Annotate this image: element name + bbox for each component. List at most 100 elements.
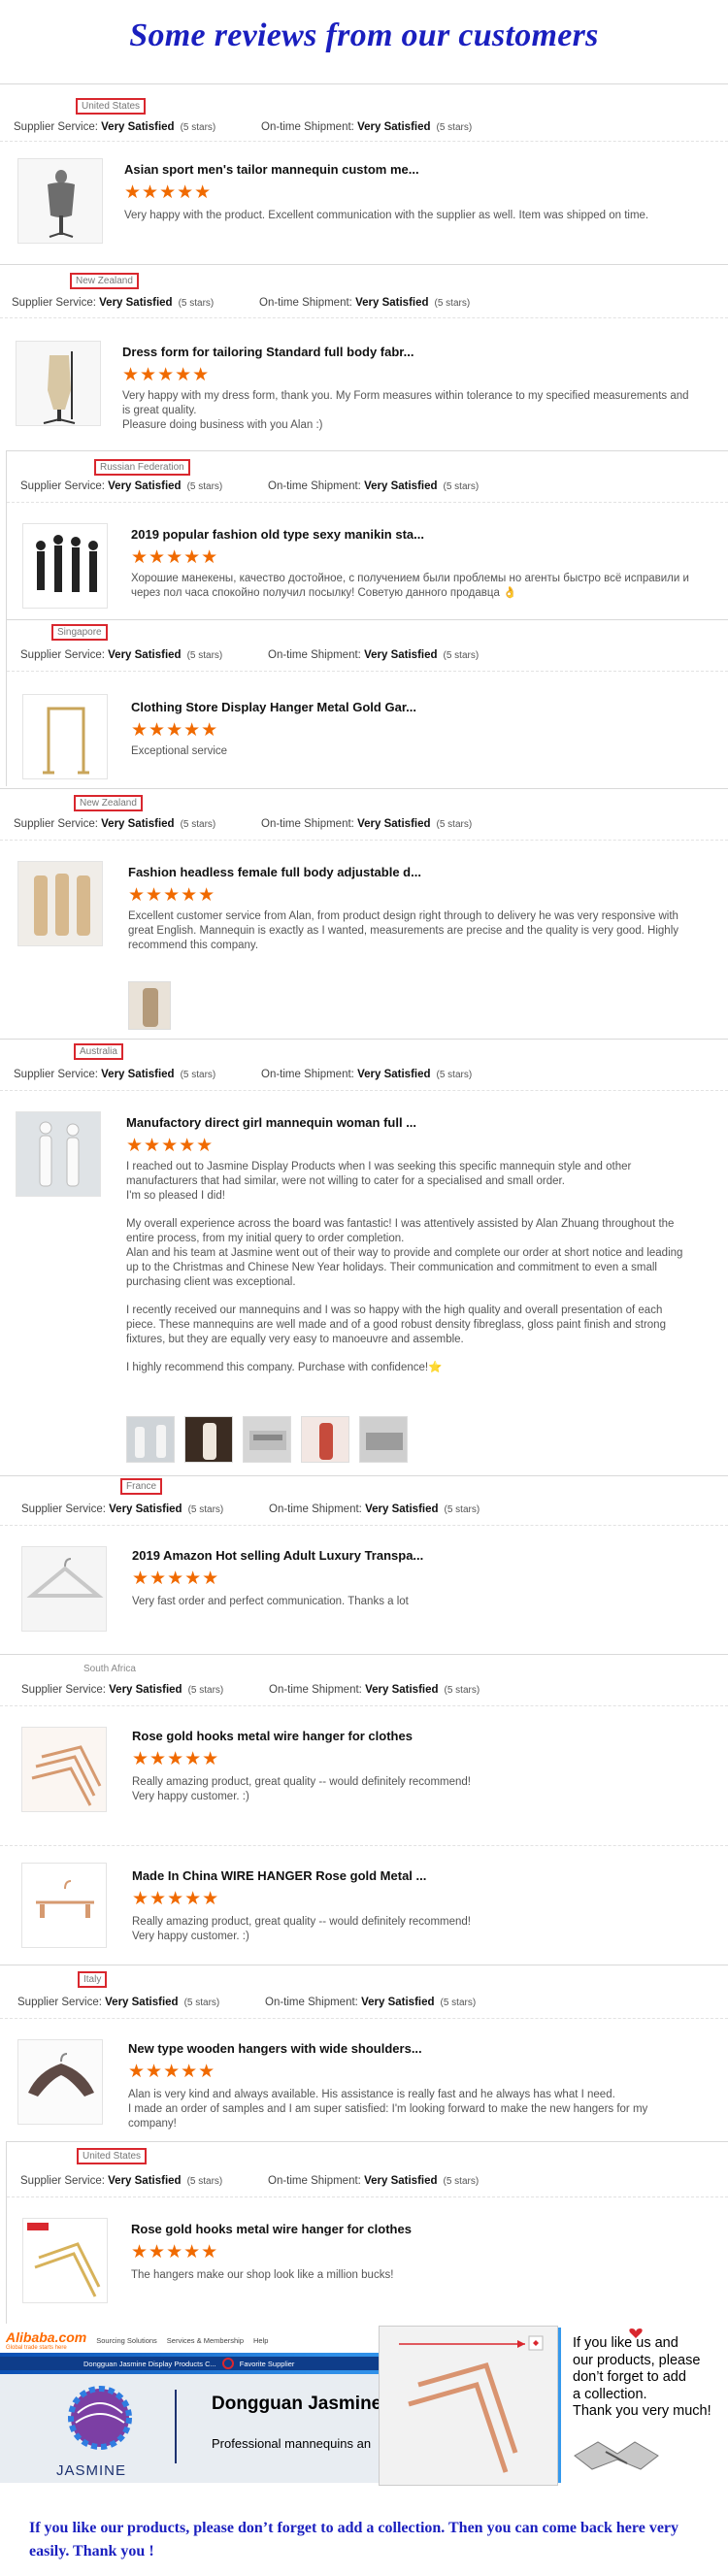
review-metrics: Supplier Service: Very Satisfied (5 stars… — [21, 1503, 480, 1515]
product-name[interactable]: Clothing Store Display Hanger Metal Gold… — [131, 700, 416, 714]
dress-form-icon[interactable] — [16, 341, 101, 426]
review-card: United States Supplier Service: Very Sat… — [6, 2141, 728, 2324]
mannequin-photo-icon[interactable] — [126, 1416, 175, 1463]
country-badge: Russian Federation — [94, 459, 190, 476]
favorite-heart-icon[interactable] — [221, 2358, 234, 2369]
black-mannequins-icon[interactable] — [22, 523, 108, 609]
rose-gold-clip-hanger-icon[interactable] — [21, 1863, 107, 1948]
country-badge: New Zealand — [70, 273, 139, 289]
product-name[interactable]: Fashion headless female full body adjust… — [128, 865, 421, 879]
rating-stars: ★★★★★ — [132, 1889, 220, 1909]
footer-message: If you like our products, please don’t f… — [29, 2520, 679, 2559]
product-name[interactable]: Asian sport men's tailor mannequin custo… — [124, 162, 419, 177]
review-metrics: Supplier Service: Very Satisfied (5 stars… — [20, 2175, 480, 2187]
country-badge: Italy — [78, 1971, 108, 1988]
review-metrics: Supplier Service: Very Satisfied (5 stars… — [14, 1069, 473, 1080]
mannequin-photo-icon[interactable] — [184, 1416, 233, 1463]
mannequin-photo-icon[interactable] — [301, 1416, 349, 1463]
mannequin-photo-icon[interactable] — [128, 981, 171, 1030]
rating-stars: ★★★★★ — [131, 720, 219, 741]
review-photos — [126, 1416, 408, 1463]
rating-stars: ★★★★★ — [132, 1569, 220, 1589]
rating-stars: ★★★★★ — [128, 2062, 216, 2082]
review-card: New Zealand Supplier Service: Very Satis… — [0, 264, 728, 448]
product-name[interactable]: Rose gold hooks metal wire hanger for cl… — [132, 1729, 413, 1743]
rose-gold-hangers-icon[interactable] — [21, 1727, 107, 1812]
country-badge: New Zealand — [74, 795, 143, 811]
rose-gold-hanger-photo — [379, 2326, 558, 2486]
alibaba-logo[interactable]: Alibaba.com — [6, 2329, 86, 2345]
review-card: New Zealand Supplier Service: Very Satis… — [0, 788, 728, 1039]
review-metrics: Supplier Service: Very Satisfied (5 stars… — [21, 1684, 480, 1696]
review-comment: Very fast order and perfect communicatio… — [132, 1596, 409, 1607]
nav-help[interactable]: Help — [253, 2336, 268, 2345]
country-badge: United States — [77, 2148, 148, 2164]
product-name[interactable]: Rose gold hooks metal wire hanger for cl… — [131, 2222, 412, 2236]
country-badge: South Africa — [78, 1661, 142, 1677]
alibaba-header: Alibaba.com Global trade starts here Sou… — [0, 2328, 388, 2353]
rating-stars: ★★★★★ — [122, 365, 211, 385]
nav-services-membership[interactable]: Services & Membership — [167, 2336, 244, 2345]
product-name[interactable]: New type wooden hangers with wide should… — [128, 2041, 422, 2056]
review-card: South Africa Supplier Service: Very Sati… — [0, 1654, 728, 1963]
rating-stars: ★★★★★ — [131, 547, 219, 568]
headless-mannequins-icon[interactable] — [17, 861, 103, 946]
review-metrics: Supplier Service: Very Satisfied (5 stars… — [14, 818, 473, 830]
white-mannequins-icon[interactable] — [16, 1111, 101, 1197]
review-metrics: Supplier Service: Very Satisfied (5 stars… — [17, 1997, 477, 2008]
product-name[interactable]: 2019 popular fashion old type sexy manik… — [131, 527, 424, 542]
review-metrics: Supplier Service: Very Satisfied (5 stars… — [20, 480, 480, 492]
store-bar: Dongguan Jasmine Display Products C... F… — [0, 2357, 388, 2370]
rating-stars: ★★★★★ — [124, 182, 213, 203]
review-metrics: Supplier Service: Very Satisfied (5 stars… — [20, 649, 480, 661]
mannequin-photo-icon[interactable] — [359, 1416, 408, 1463]
rating-stars: ★★★★★ — [132, 1749, 220, 1769]
review-card: Singapore Supplier Service: Very Satisfi… — [6, 619, 728, 786]
page-title: Some reviews from our customers — [129, 17, 599, 53]
review-card: Australia Supplier Service: Very Satisfi… — [0, 1039, 728, 1475]
review-comment: Really amazing product, great quality --… — [132, 1776, 471, 1802]
favorite-supplier-link[interactable]: Favorite Supplier — [240, 2360, 295, 2368]
nav-sourcing-solutions[interactable]: Sourcing Solutions — [96, 2336, 157, 2345]
review-card: Italy Supplier Service: Very Satisfied (5… — [0, 1965, 728, 2141]
wooden-hanger-icon[interactable] — [17, 2039, 103, 2125]
review-comment: Excellent customer service from Alan, fr… — [128, 910, 678, 951]
garment-rack-icon[interactable] — [22, 694, 108, 779]
promo-panel: If you like us and our products, please … — [561, 2328, 728, 2483]
handshake-icon — [574, 2441, 659, 2470]
company-tagline: Professional mannequins an — [212, 2436, 372, 2451]
country-badge: France — [120, 1478, 163, 1495]
jasmine-logo-icon — [68, 2386, 132, 2450]
review-photos — [128, 981, 171, 1030]
store-name[interactable]: Dongguan Jasmine Display Products C... — [83, 2360, 216, 2368]
heart-icon — [629, 2328, 643, 2338]
jasmine-panel: JASMINE Dongguan Jasmine Professional ma… — [0, 2374, 382, 2483]
promo-message: If you like us and our products, please … — [573, 2335, 711, 2419]
rating-stars: ★★★★★ — [126, 1136, 215, 1156]
review-comment: The hangers make our shop look like a mi… — [131, 2269, 394, 2281]
company-name: Dongguan Jasmine — [212, 2394, 382, 2414]
rating-stars: ★★★★★ — [128, 885, 216, 906]
product-name[interactable]: Dress form for tailoring Standard full b… — [122, 345, 414, 359]
product-name[interactable]: 2019 Amazon Hot selling Adult Luxury Tra… — [132, 1548, 423, 1563]
country-badge: Australia — [74, 1043, 123, 1060]
review-card: France Supplier Service: Very Satisfied(… — [0, 1475, 728, 1654]
review-metrics: Supplier Service: Very Satisfied (5 stars… — [12, 297, 471, 309]
country-badge: Singapore — [51, 624, 108, 641]
product-name[interactable]: Manufactory direct girl mannequin woman … — [126, 1115, 416, 1130]
review-comment: Хорошие манекены, качество достойное, с … — [131, 573, 689, 599]
alibaba-slogan: Global trade starts here — [6, 2345, 67, 2351]
review-card: United States Supplier Service: Very Sat… — [0, 83, 728, 262]
clear-hanger-icon[interactable] — [21, 1546, 107, 1632]
mannequin-photo-icon[interactable] — [243, 1416, 291, 1463]
review-comment: I reached out to Jasmine Display Product… — [126, 1161, 683, 1373]
review-card: Russian Federation Supplier Service: Ver… — [6, 450, 728, 619]
product-name[interactable]: Made In China WIRE HANGER Rose gold Meta… — [132, 1868, 426, 1883]
review-comment: Exceptional service — [131, 745, 228, 757]
review-comment: Very happy with the product. Excellent c… — [124, 210, 649, 221]
country-badge: United States — [76, 98, 147, 115]
gold-hangers-icon[interactable] — [22, 2218, 108, 2303]
review-metrics: Supplier Service: Very Satisfied (5 stars… — [14, 121, 473, 133]
mannequin-torso-icon[interactable] — [17, 158, 103, 244]
rating-stars: ★★★★★ — [131, 2242, 219, 2262]
